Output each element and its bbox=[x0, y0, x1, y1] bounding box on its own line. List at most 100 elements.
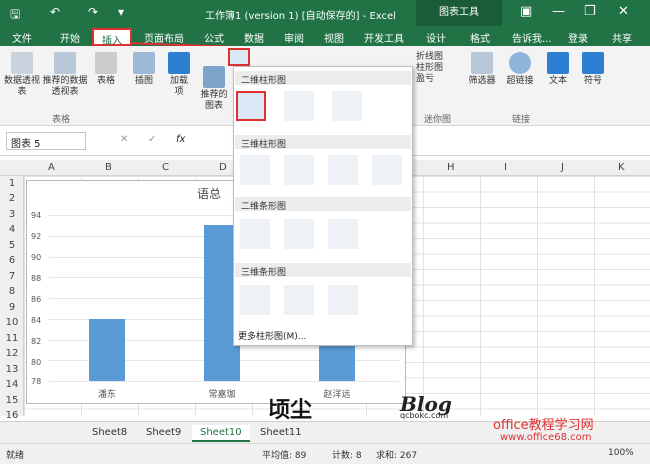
share-button[interactable]: 共享 bbox=[612, 30, 632, 45]
row-header[interactable]: 8 bbox=[0, 286, 24, 297]
undo-icon[interactable]: ↶ bbox=[50, 5, 60, 19]
row-header[interactable]: 7 bbox=[0, 271, 24, 282]
recommended-charts-icon bbox=[203, 66, 225, 88]
percent-stacked-column-icon[interactable] bbox=[332, 91, 362, 121]
col-header[interactable]: A bbox=[48, 162, 55, 173]
col-header[interactable]: I bbox=[504, 162, 507, 173]
customize-icon[interactable]: ▾ bbox=[118, 5, 124, 19]
row-header[interactable]: 10 bbox=[0, 317, 24, 328]
y-tick-label: 92 bbox=[31, 232, 42, 241]
addins-icon bbox=[168, 52, 190, 74]
close-icon[interactable]: ✕ bbox=[618, 4, 629, 19]
tab-review[interactable]: 审阅 bbox=[284, 30, 304, 45]
row-header[interactable]: 4 bbox=[0, 224, 24, 235]
col-header[interactable]: K bbox=[618, 162, 625, 173]
minimize-icon[interactable]: — bbox=[552, 4, 565, 19]
tab-home[interactable]: 开始 bbox=[60, 30, 80, 45]
3d-clustered-bar-icon[interactable] bbox=[240, 285, 270, 315]
3d-clustered-column-icon[interactable] bbox=[240, 155, 270, 185]
tab-insert[interactable]: 插入 bbox=[92, 28, 132, 47]
3d-column-icon[interactable] bbox=[372, 155, 402, 185]
tab-formulas[interactable]: 公式 bbox=[204, 30, 224, 45]
row-header[interactable]: 2 bbox=[0, 193, 24, 204]
3d-percent-bar-icon[interactable] bbox=[328, 285, 358, 315]
sparkline-winloss-button[interactable]: 盈亏 bbox=[416, 74, 452, 85]
tab-format[interactable]: 格式 bbox=[470, 30, 490, 45]
stacked-column-icon[interactable] bbox=[284, 91, 314, 121]
percent-stacked-bar-icon[interactable] bbox=[328, 219, 358, 249]
col-header[interactable]: J bbox=[561, 162, 564, 173]
3d-stacked-column-icon[interactable] bbox=[284, 155, 314, 185]
save-icon[interactable]: 🖫 bbox=[10, 5, 20, 26]
chart-tools-label: 图表工具 bbox=[416, 0, 502, 26]
recommended-charts-button[interactable]: 推荐的图表 bbox=[198, 66, 230, 112]
hyperlink-button[interactable]: 超链接 bbox=[504, 52, 536, 87]
slicer-button[interactable]: 筛选器 bbox=[466, 52, 498, 87]
sparklines-group: 折线图 柱形图 盈亏 bbox=[416, 52, 452, 85]
column-chart-button[interactable] bbox=[228, 48, 250, 66]
section-3d-column: 三维柱形图 bbox=[235, 135, 411, 150]
row-header[interactable]: 5 bbox=[0, 240, 24, 251]
recommended-pivot-button[interactable]: 推荐的数据透视表 bbox=[42, 52, 88, 98]
3d-percent-column-icon[interactable] bbox=[328, 155, 358, 185]
row-header[interactable]: 15 bbox=[0, 395, 24, 406]
cancel-icon[interactable]: ✕ bbox=[120, 134, 128, 145]
ribbon-display-icon[interactable]: ▣ bbox=[520, 4, 532, 19]
login-link[interactable]: 登录 bbox=[568, 30, 588, 45]
clustered-column-icon[interactable] bbox=[236, 91, 266, 121]
tab-file[interactable]: 文件 bbox=[12, 30, 32, 45]
table-button[interactable]: 表格 bbox=[94, 52, 118, 87]
name-box[interactable]: 图表 5 bbox=[6, 132, 86, 150]
chart-bar[interactable] bbox=[89, 318, 125, 381]
sparkline-column-button[interactable]: 柱形图 bbox=[416, 63, 452, 74]
3d-stacked-bar-icon[interactable] bbox=[284, 285, 314, 315]
row-header[interactable]: 9 bbox=[0, 302, 24, 313]
enter-icon[interactable]: ✓ bbox=[148, 134, 156, 145]
addins-button[interactable]: 加载项 bbox=[166, 52, 192, 98]
maximize-icon[interactable]: ❐ bbox=[584, 4, 596, 19]
omega-icon bbox=[582, 52, 604, 74]
sheet-tab[interactable]: Sheet11 bbox=[252, 425, 310, 440]
row-header[interactable]: 12 bbox=[0, 348, 24, 359]
text-button[interactable]: 文本 bbox=[544, 52, 572, 87]
sheet-tab[interactable]: Sheet8 bbox=[84, 425, 135, 440]
col-header[interactable]: D bbox=[219, 162, 227, 173]
illustrations-button[interactable]: 插图 bbox=[130, 52, 158, 87]
globe-icon bbox=[509, 52, 531, 74]
tell-me-box[interactable]: 告诉我... bbox=[512, 30, 552, 45]
more-column-charts-link[interactable]: 更多柱形图(M)... bbox=[238, 329, 306, 342]
clustered-bar-icon[interactable] bbox=[240, 219, 270, 249]
row-header[interactable]: 6 bbox=[0, 255, 24, 266]
row-header[interactable]: 13 bbox=[0, 364, 24, 375]
y-tick-label: 88 bbox=[31, 274, 42, 283]
fx-icon[interactable]: fx bbox=[176, 134, 185, 145]
row-header[interactable]: 16 bbox=[0, 410, 24, 421]
col-header[interactable]: C bbox=[162, 162, 169, 173]
sparkline-line-button[interactable]: 折线图 bbox=[416, 52, 452, 63]
sheet-tab[interactable]: Sheet9 bbox=[138, 425, 189, 440]
symbol-button[interactable]: 符号 bbox=[580, 52, 606, 87]
y-tick-label: 84 bbox=[31, 316, 42, 325]
tab-data[interactable]: 数据 bbox=[244, 30, 264, 45]
stacked-bar-icon[interactable] bbox=[284, 219, 314, 249]
col-header[interactable]: H bbox=[447, 162, 455, 173]
chart-title[interactable]: 语总 bbox=[197, 185, 221, 202]
tab-design[interactable]: 设计 bbox=[426, 30, 446, 45]
zoom-level[interactable]: 100% bbox=[608, 448, 634, 458]
table-icon bbox=[95, 52, 117, 74]
row-header[interactable]: 1 bbox=[0, 178, 24, 189]
status-average: 平均值: 89 bbox=[262, 451, 307, 461]
pivot-table-button[interactable]: 数据透视表 bbox=[4, 52, 40, 98]
y-tick-label: 90 bbox=[31, 253, 42, 262]
watermark-name: office教程学习网 bbox=[493, 418, 594, 433]
status-bar: 就绪 平均值: 89 计数: 8 求和: 267 100% bbox=[0, 443, 650, 464]
row-header[interactable]: 14 bbox=[0, 379, 24, 390]
row-header[interactable]: 3 bbox=[0, 209, 24, 220]
col-header[interactable]: B bbox=[105, 162, 112, 173]
tab-developer[interactable]: 开发工具 bbox=[364, 30, 404, 45]
tab-view[interactable]: 视图 bbox=[324, 30, 344, 45]
redo-icon[interactable]: ↷ bbox=[88, 5, 98, 19]
row-header[interactable]: 11 bbox=[0, 333, 24, 344]
sheet-tab-active[interactable]: Sheet10 bbox=[192, 425, 250, 442]
x-category-label: 赵洋远 bbox=[323, 390, 351, 400]
